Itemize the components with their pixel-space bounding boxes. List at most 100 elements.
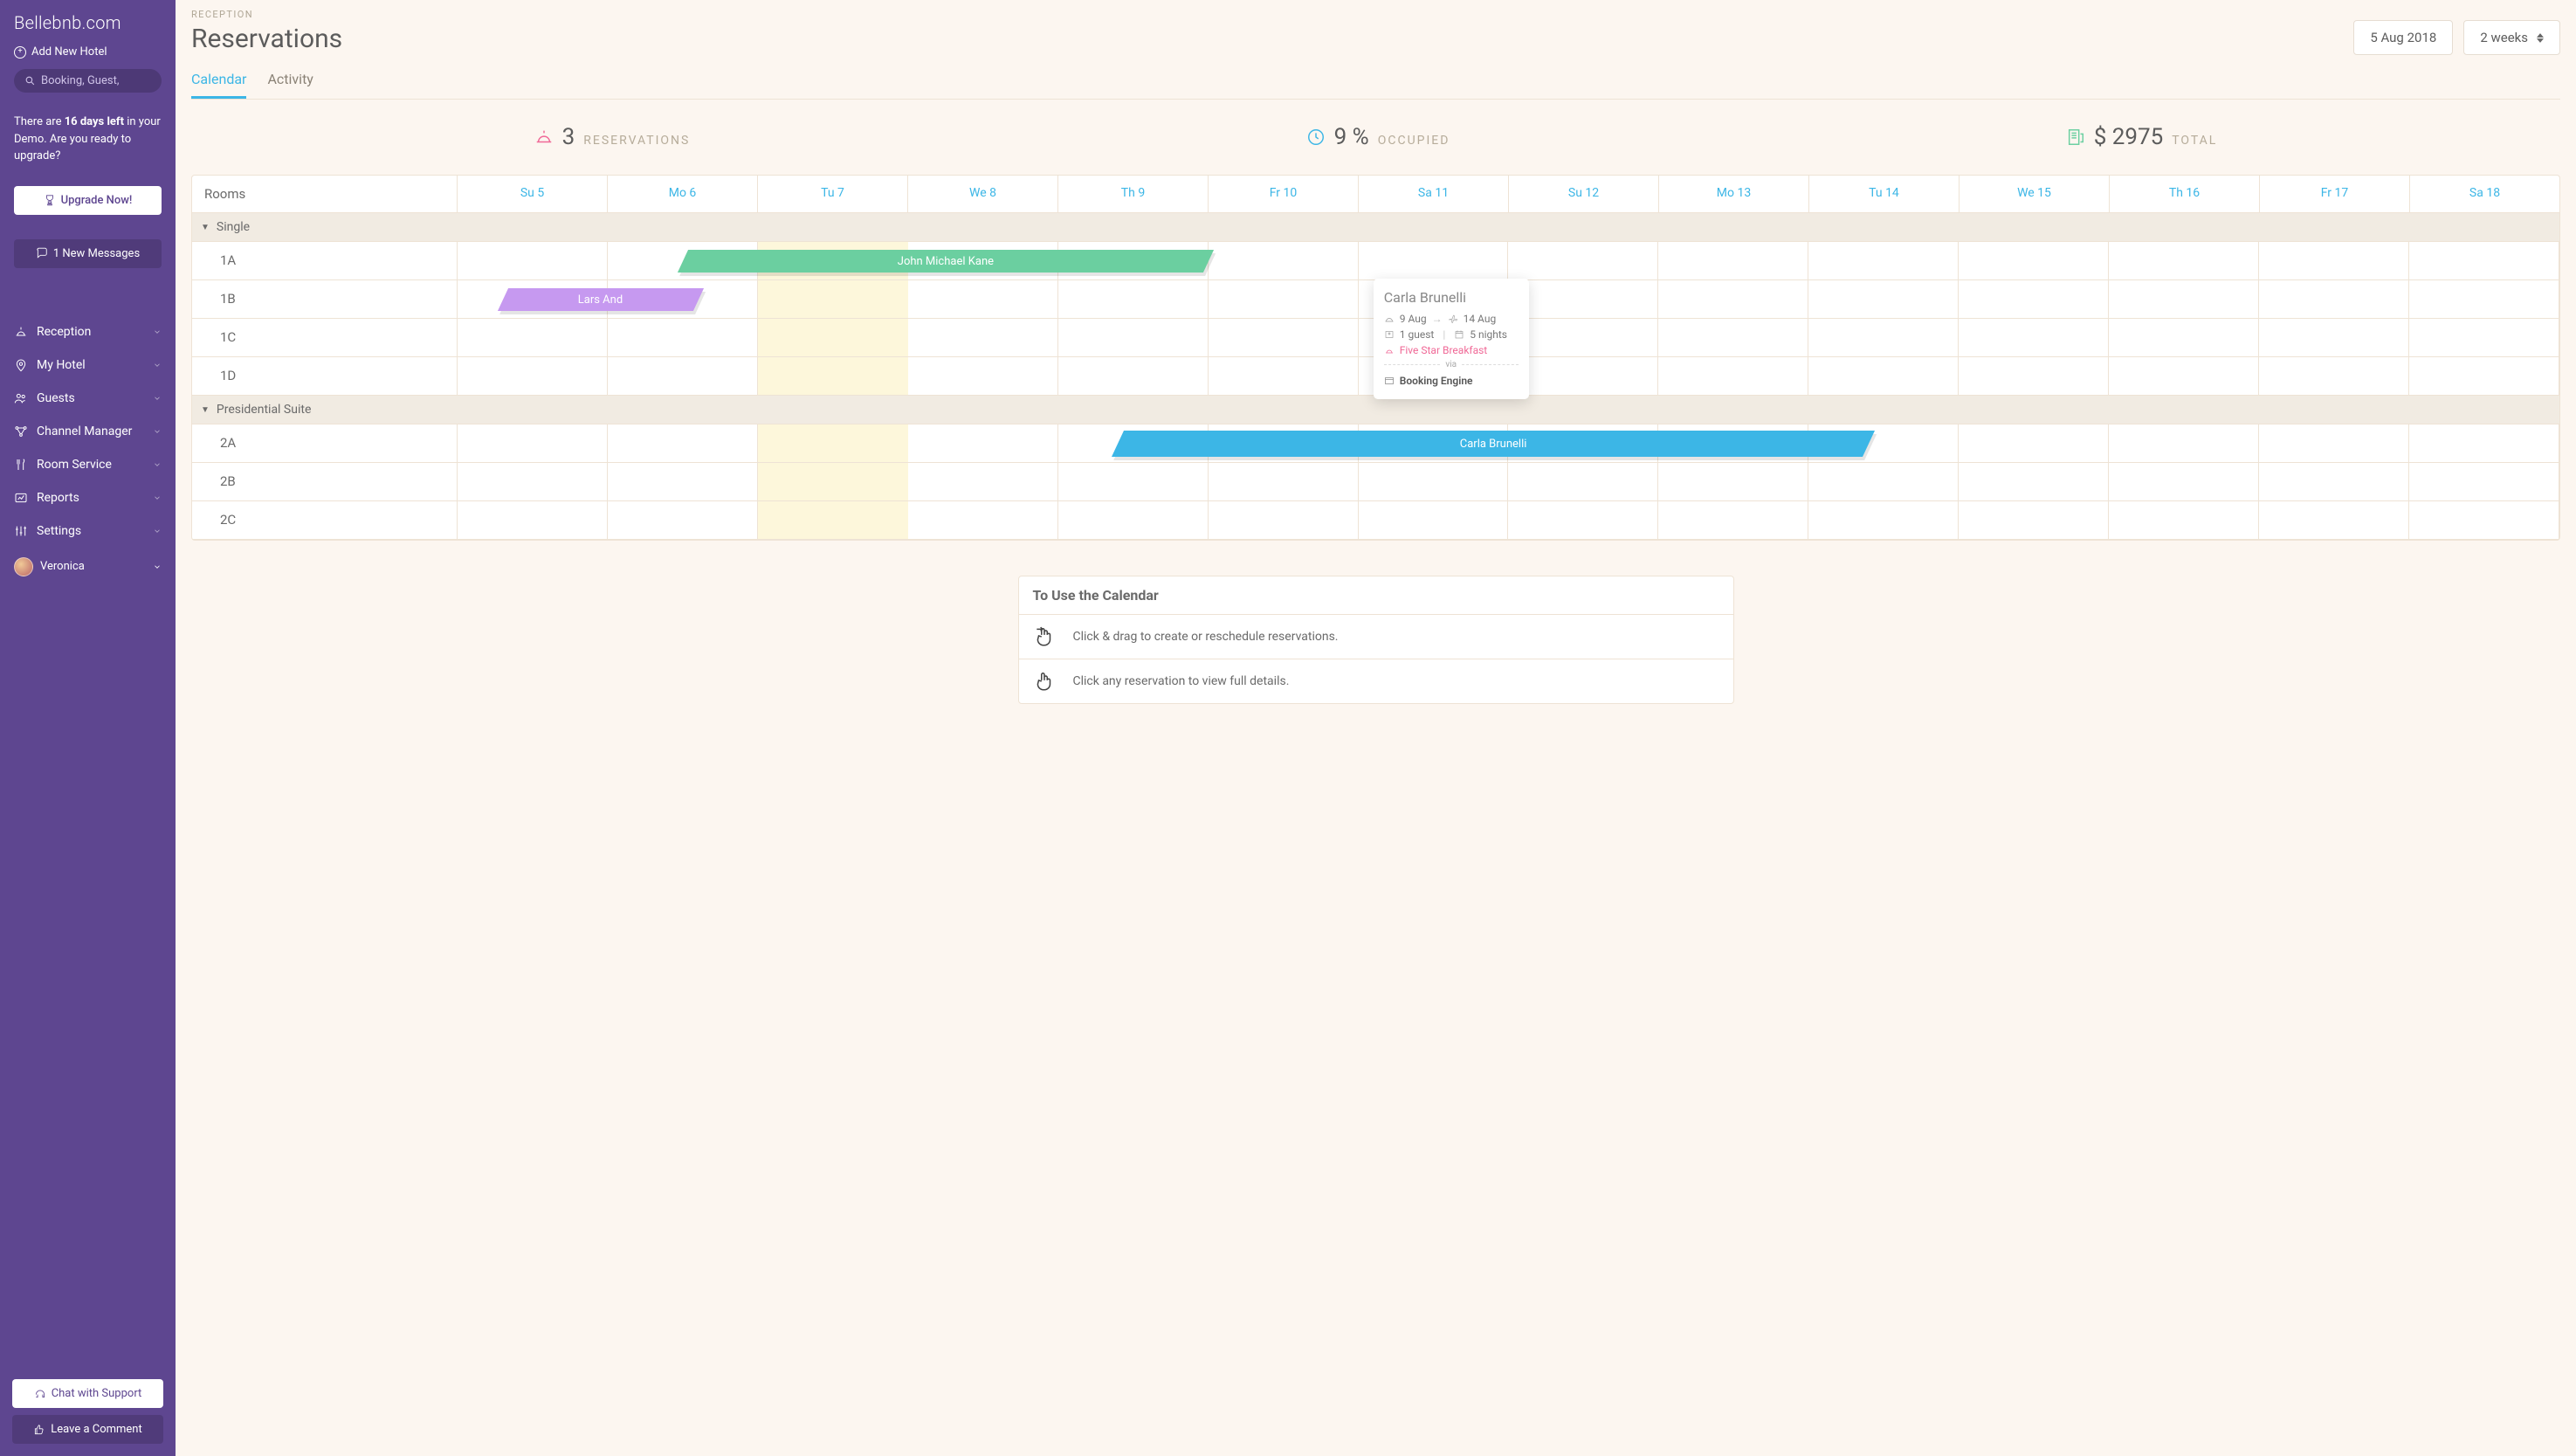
messages-button[interactable]: 1 New Messages (14, 239, 162, 268)
report-icon (14, 491, 28, 505)
stat-reservations: 3 RESERVATIONS (534, 124, 691, 150)
day-header[interactable]: Mo 13 (1659, 176, 1809, 212)
chevron-down-icon (153, 493, 162, 502)
day-header[interactable]: We 15 (1960, 176, 2110, 212)
clock-icon (1306, 128, 1326, 147)
day-header[interactable]: Sa 11 (1359, 176, 1509, 212)
date-picker[interactable]: 5 Aug 2018 (2353, 20, 2453, 55)
room-label: 2A (192, 424, 458, 462)
chat-bubble-icon (36, 247, 48, 259)
brand-logo: Bellebnb.com (0, 0, 176, 40)
bed-icon (1384, 314, 1395, 324)
stat-total: $ 2975 TOTAL (2066, 124, 2218, 150)
help-row-click: Click any reservation to view full detai… (1019, 659, 1733, 703)
tap-hand-icon (1033, 670, 1056, 693)
chat-support-button[interactable]: Chat with Support (12, 1379, 163, 1408)
rooms-header: Rooms (192, 176, 458, 212)
collapse-icon: ▼ (201, 405, 210, 415)
help-title: To Use the Calendar (1019, 576, 1733, 615)
search-placeholder: Booking, Guest, (41, 74, 119, 87)
day-header[interactable]: Su 12 (1509, 176, 1659, 212)
sliders-icon (14, 524, 28, 538)
chevron-down-icon (153, 328, 162, 336)
room-label: 1C (192, 319, 458, 356)
room-label: 1D (192, 357, 458, 395)
chevron-down-icon (153, 361, 162, 369)
reservation-carla[interactable]: Carla Brunelli (1112, 431, 1875, 457)
chevron-down-icon (153, 460, 162, 469)
popover-guest-name: Carla Brunelli (1384, 289, 1519, 306)
day-header[interactable]: Th 9 (1058, 176, 1209, 212)
day-header[interactable]: Fr 17 (2260, 176, 2410, 212)
tab-activity[interactable]: Activity (267, 64, 313, 99)
chevron-down-icon (153, 562, 162, 571)
sidebar: Bellebnb.com + Add New Hotel Booking, Gu… (0, 0, 176, 1456)
chevron-down-icon (153, 427, 162, 436)
upgrade-now-button[interactable]: Upgrade Now! (14, 186, 162, 215)
day-header[interactable]: We 8 (908, 176, 1058, 212)
chevron-down-icon (153, 527, 162, 535)
sidebar-item-room-service[interactable]: Room Service (0, 448, 176, 481)
room-group-presidential[interactable]: ▼ Presidential Suite (192, 396, 2559, 424)
room-group-single[interactable]: ▼ Single (192, 213, 2559, 242)
sidebar-user[interactable]: Veronica (0, 548, 176, 586)
day-header[interactable]: Sa 18 (2410, 176, 2559, 212)
day-header[interactable]: Fr 10 (1209, 176, 1359, 212)
calendar-header: Rooms Su 5 Mo 6 Tu 7 We 8 Th 9 Fr 10 Sa … (192, 176, 2559, 213)
receipt-icon (2066, 128, 2085, 147)
sidebar-item-reception[interactable]: Reception (0, 315, 176, 348)
room-label: 1B (192, 280, 458, 318)
stat-occupied: 9 % OCCUPIED (1306, 124, 1450, 150)
browser-icon (1384, 376, 1395, 386)
day-header[interactable]: Mo 6 (608, 176, 758, 212)
plus-circle-icon: + (14, 46, 26, 59)
collapse-icon: ▼ (201, 223, 210, 232)
summary-stats: 3 RESERVATIONS 9 % OCCUPIED $ 2975 TOTAL (191, 100, 2560, 175)
help-row-drag: Click & drag to create or reschedule res… (1019, 615, 1733, 659)
sidebar-item-guests[interactable]: Guests (0, 382, 176, 415)
bell-icon (534, 128, 554, 147)
person-icon (1384, 329, 1395, 340)
sidebar-item-reports[interactable]: Reports (0, 481, 176, 514)
room-row-2c[interactable]: 2C (192, 501, 2559, 540)
bell-icon (14, 325, 28, 339)
pin-icon (14, 358, 28, 372)
sidebar-item-settings[interactable]: Settings (0, 514, 176, 548)
sidebar-nav: Reception My Hotel Guests Channel Manage… (0, 315, 176, 586)
room-label: 1A (192, 242, 458, 279)
add-hotel-label: Add New Hotel (31, 45, 107, 59)
sidebar-item-my-hotel[interactable]: My Hotel (0, 348, 176, 382)
room-row-2b[interactable]: 2B (192, 463, 2559, 501)
tab-calendar[interactable]: Calendar (191, 64, 246, 99)
main: RECEPTION Reservations 5 Aug 2018 2 week… (176, 0, 2576, 1456)
day-header[interactable]: Tu 7 (758, 176, 908, 212)
day-header[interactable]: Th 16 (2110, 176, 2260, 212)
add-new-hotel[interactable]: + Add New Hotel (0, 40, 176, 69)
reservation-john[interactable]: John Michael Kane (678, 250, 1214, 273)
reservation-popover: Carla Brunelli 9 Aug → 14 Aug 1 guest | … (1374, 279, 1529, 399)
range-selector[interactable]: 2 weeks (2463, 20, 2560, 55)
leave-comment-button[interactable]: Leave a Comment (12, 1415, 163, 1444)
room-row-1a[interactable]: 1A John Michael Kane (192, 242, 2559, 280)
demo-banner: There are 16 days left in your Demo. Are… (0, 101, 176, 177)
reservation-lars[interactable]: Lars And (498, 288, 704, 311)
cutlery-icon (14, 458, 28, 472)
search-input[interactable]: Booking, Guest, (14, 69, 162, 93)
avatar (14, 557, 33, 576)
trophy-icon (44, 194, 56, 206)
network-icon (14, 424, 28, 438)
section-eyebrow: RECEPTION (191, 9, 2560, 20)
people-icon (14, 391, 28, 405)
help-panel: To Use the Calendar Click & drag to crea… (1018, 576, 1734, 704)
chevron-down-icon (153, 394, 162, 403)
day-header[interactable]: Tu 14 (1809, 176, 1960, 212)
calendar-grid[interactable]: Rooms Su 5 Mo 6 Tu 7 We 8 Th 9 Fr 10 Sa … (191, 175, 2560, 541)
sidebar-item-channel-manager[interactable]: Channel Manager (0, 415, 176, 448)
day-header[interactable]: Su 5 (458, 176, 608, 212)
headset-icon (34, 1388, 46, 1400)
calendar-icon (1454, 329, 1464, 340)
plane-icon (1448, 314, 1458, 324)
search-icon (24, 75, 36, 86)
room-row-2a[interactable]: 2A Carla Brunelli (192, 424, 2559, 463)
room-label: 2C (192, 501, 458, 539)
